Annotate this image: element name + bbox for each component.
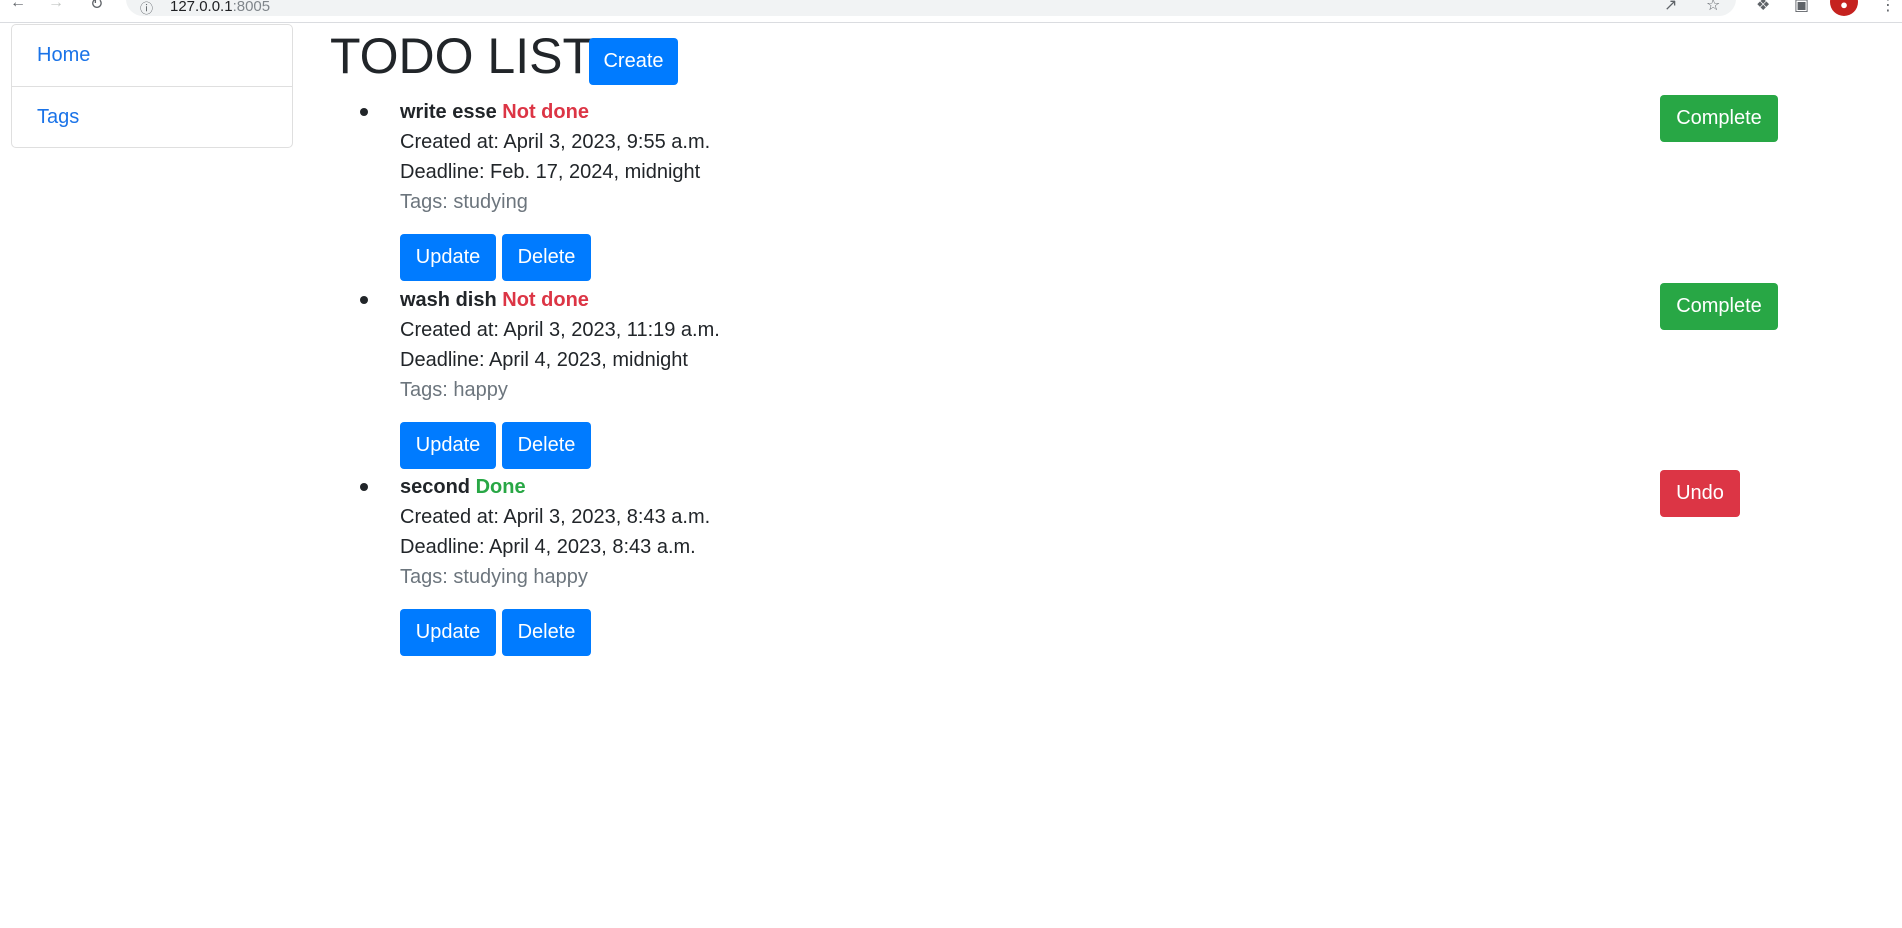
delete-button[interactable]: Delete xyxy=(502,422,591,469)
deadline: Deadline: April 4, 2023, midnight xyxy=(400,349,688,371)
reload-icon[interactable]: ↻ xyxy=(90,0,103,14)
create-button[interactable]: Create xyxy=(589,38,678,85)
back-icon[interactable]: ← xyxy=(10,0,26,12)
created-at: Created at: April 3, 2023, 9:55 a.m. xyxy=(400,131,711,153)
update-button[interactable]: Update xyxy=(400,422,496,469)
complete-button[interactable]: Complete xyxy=(1660,95,1778,142)
deadline: Deadline: Feb. 17, 2024, midnight xyxy=(400,161,701,183)
address-bar[interactable]: ⓘ 127.0.0.1:8005 xyxy=(126,0,1736,16)
tags-line: Tags: studying happy xyxy=(400,566,588,588)
complete-button[interactable]: Complete xyxy=(1660,283,1778,330)
todo-heading: wash dish Not done xyxy=(400,285,589,315)
site-info-icon[interactable]: ⓘ xyxy=(140,0,153,17)
tags-line: Tags: studying xyxy=(400,191,528,213)
delete-button[interactable]: Delete xyxy=(502,609,591,656)
deadline: Deadline: April 4, 2023, 8:43 a.m. xyxy=(400,536,696,558)
url-text: 127.0.0.1:8005 xyxy=(170,0,270,15)
menu-icon[interactable]: ⋮ xyxy=(1880,0,1896,15)
status-badge: Not done xyxy=(502,101,589,123)
sidebar-item-home[interactable]: Home xyxy=(12,25,292,86)
status-badge: Done xyxy=(475,476,526,498)
update-button[interactable]: Update xyxy=(400,609,496,656)
browser-toolbar: ← → ↻ ⓘ 127.0.0.1:8005 ↗ ☆ ❖ ▣ ● ⋮ xyxy=(0,0,1902,23)
url-host: 127.0.0.1 xyxy=(170,0,233,15)
share-icon[interactable]: ↗ xyxy=(1664,0,1677,15)
url-port: :8005 xyxy=(232,0,271,15)
extensions-icon[interactable]: ❖ xyxy=(1756,0,1770,15)
todo-name: wash dish xyxy=(400,289,497,311)
undo-button[interactable]: Undo xyxy=(1660,470,1740,517)
list-bullet xyxy=(360,296,368,304)
star-icon[interactable]: ☆ xyxy=(1706,0,1720,15)
todo-name: second xyxy=(400,476,471,498)
page-title: TODO LIST xyxy=(330,28,594,84)
todo-heading: write esse Not done xyxy=(400,97,589,127)
list-bullet xyxy=(360,108,368,116)
todo-item: write esse Not done Created at: April 3,… xyxy=(0,95,1902,282)
todo-item: second Done Created at: April 3, 2023, 8… xyxy=(0,470,1902,657)
status-badge: Not done xyxy=(502,289,589,311)
update-button[interactable]: Update xyxy=(400,234,496,281)
tags-line: Tags: happy xyxy=(400,379,508,401)
created-at: Created at: April 3, 2023, 11:19 a.m. xyxy=(400,319,720,341)
profile-avatar[interactable]: ● xyxy=(1830,0,1858,16)
side-panel-icon[interactable]: ▣ xyxy=(1794,0,1809,15)
todo-name: write esse xyxy=(400,101,497,123)
todo-heading: second Done xyxy=(400,472,526,502)
forward-icon[interactable]: → xyxy=(48,0,64,12)
todo-item: wash dish Not done Created at: April 3, … xyxy=(0,283,1902,470)
created-at: Created at: April 3, 2023, 8:43 a.m. xyxy=(400,506,711,528)
list-bullet xyxy=(360,483,368,491)
delete-button[interactable]: Delete xyxy=(502,234,591,281)
